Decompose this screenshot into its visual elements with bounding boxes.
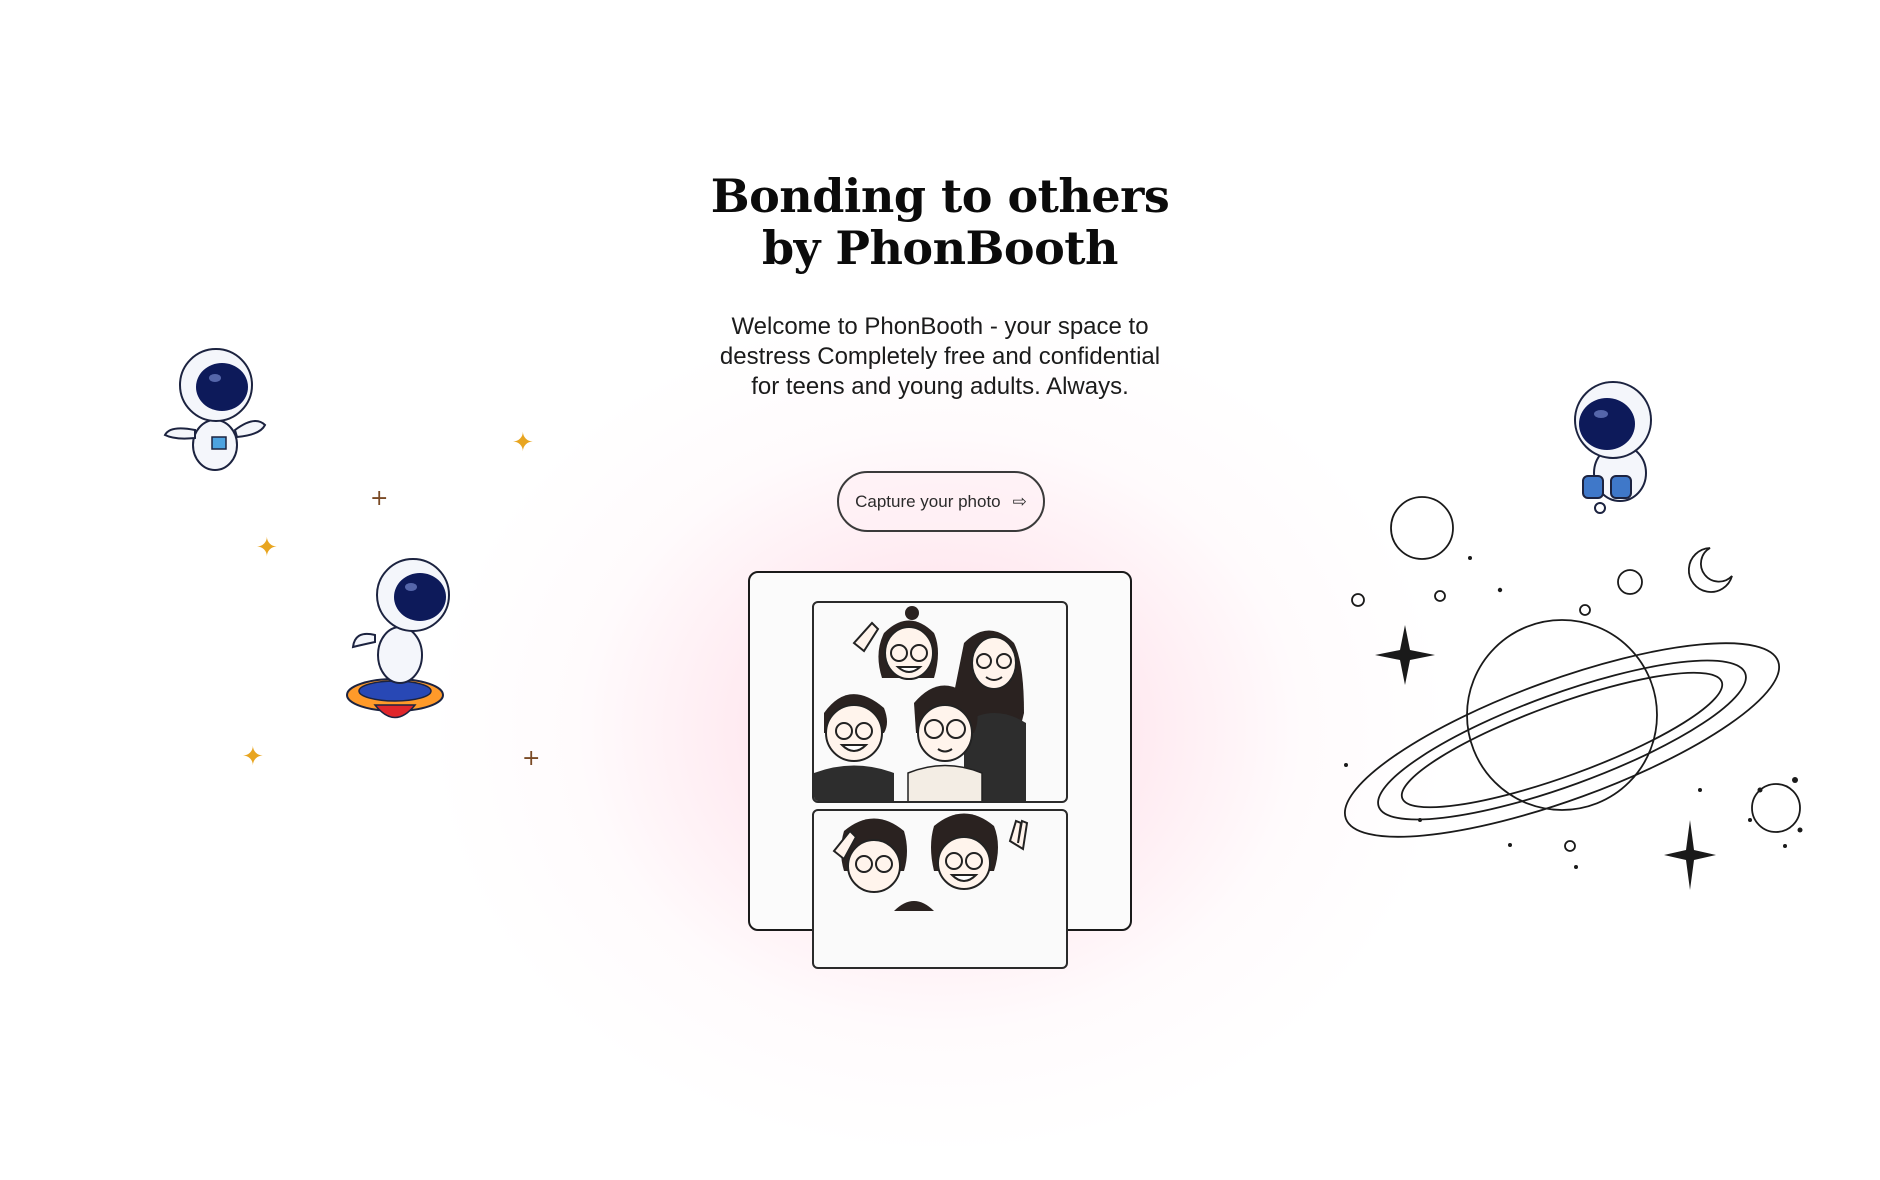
capture-photo-label: Capture your photo [855,491,1001,511]
photo-strip [748,571,1132,969]
planet-illustration [1343,496,1803,890]
group-photo-1 [814,606,1026,801]
photo-frame-1 [812,601,1068,803]
arrow-right-icon: ⇨ [1012,492,1027,511]
sparkle-icon: ✦ [256,533,278,563]
astronaut-floating-icon [163,348,267,471]
plus-sparkle-icon: + [370,486,389,511]
hero-section: Bonding to others by PhonBooth Welcome t… [0,170,1880,402]
hero-title-line-1: Bonding to others [710,169,1170,223]
hero-title-line-2: by PhonBooth [761,221,1119,275]
astronaut-surfboard-icon [346,558,450,719]
capture-photo-button[interactable]: Capture your photo ⇨ [837,471,1045,532]
hero-description: Welcome to PhonBooth - your space to des… [719,313,1161,400]
hero-title: Bonding to others by PhonBooth [0,170,1880,274]
group-photo-2 [832,813,1029,911]
plus-sparkle-icon: + [522,746,541,771]
photo-frame-2 [812,809,1068,969]
sparkle-icon: ✦ [512,428,534,458]
sparkle-icon: ✦ [242,742,264,772]
